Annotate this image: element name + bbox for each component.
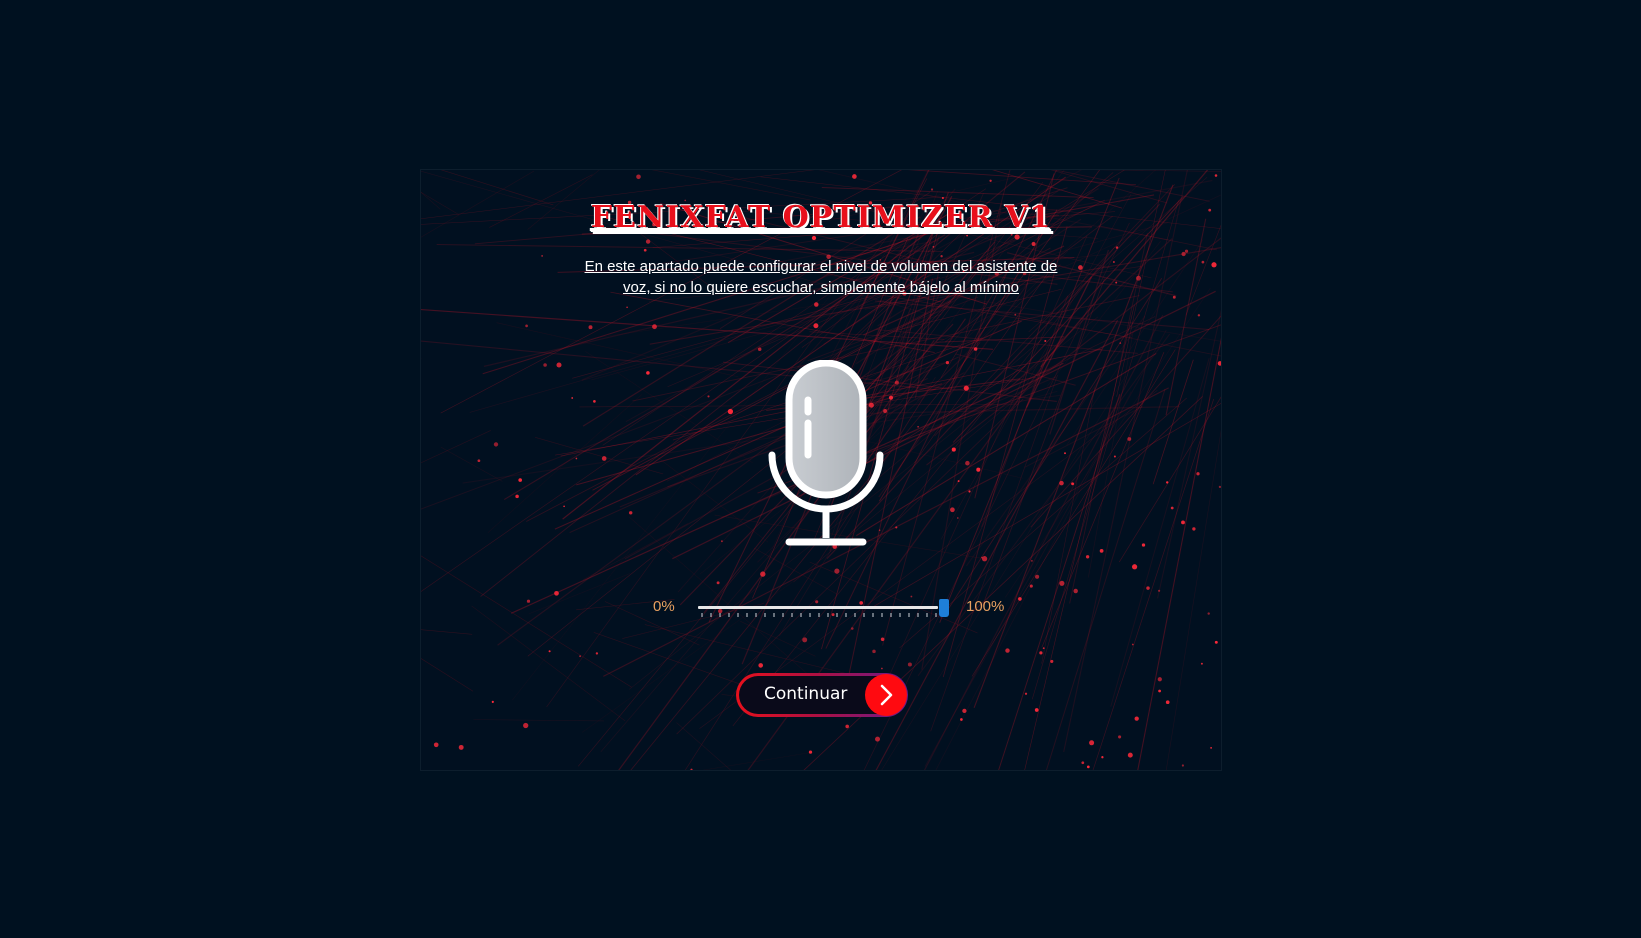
- volume-slider-thumb[interactable]: [939, 599, 949, 617]
- continue-button[interactable]: Continuar: [736, 673, 908, 717]
- microphone-icon: [768, 360, 884, 546]
- volume-slider[interactable]: [697, 584, 949, 624]
- app-title: FENIXFAT OPTIMIZER V1: [590, 200, 1052, 235]
- chevron-right-icon[interactable]: [865, 674, 907, 716]
- volume-slider-track[interactable]: [698, 606, 938, 609]
- volume-description: En este apartado puede configurar el niv…: [584, 258, 1058, 296]
- volume-min-label: 0%: [653, 598, 675, 615]
- optimizer-window: FENIXFAT OPTIMIZER V1 En este apartado p…: [420, 169, 1222, 771]
- volume-slider-ticks: [701, 613, 937, 617]
- volume-max-label: 100%: [966, 598, 1005, 615]
- continue-button-label: Continuar: [764, 684, 848, 704]
